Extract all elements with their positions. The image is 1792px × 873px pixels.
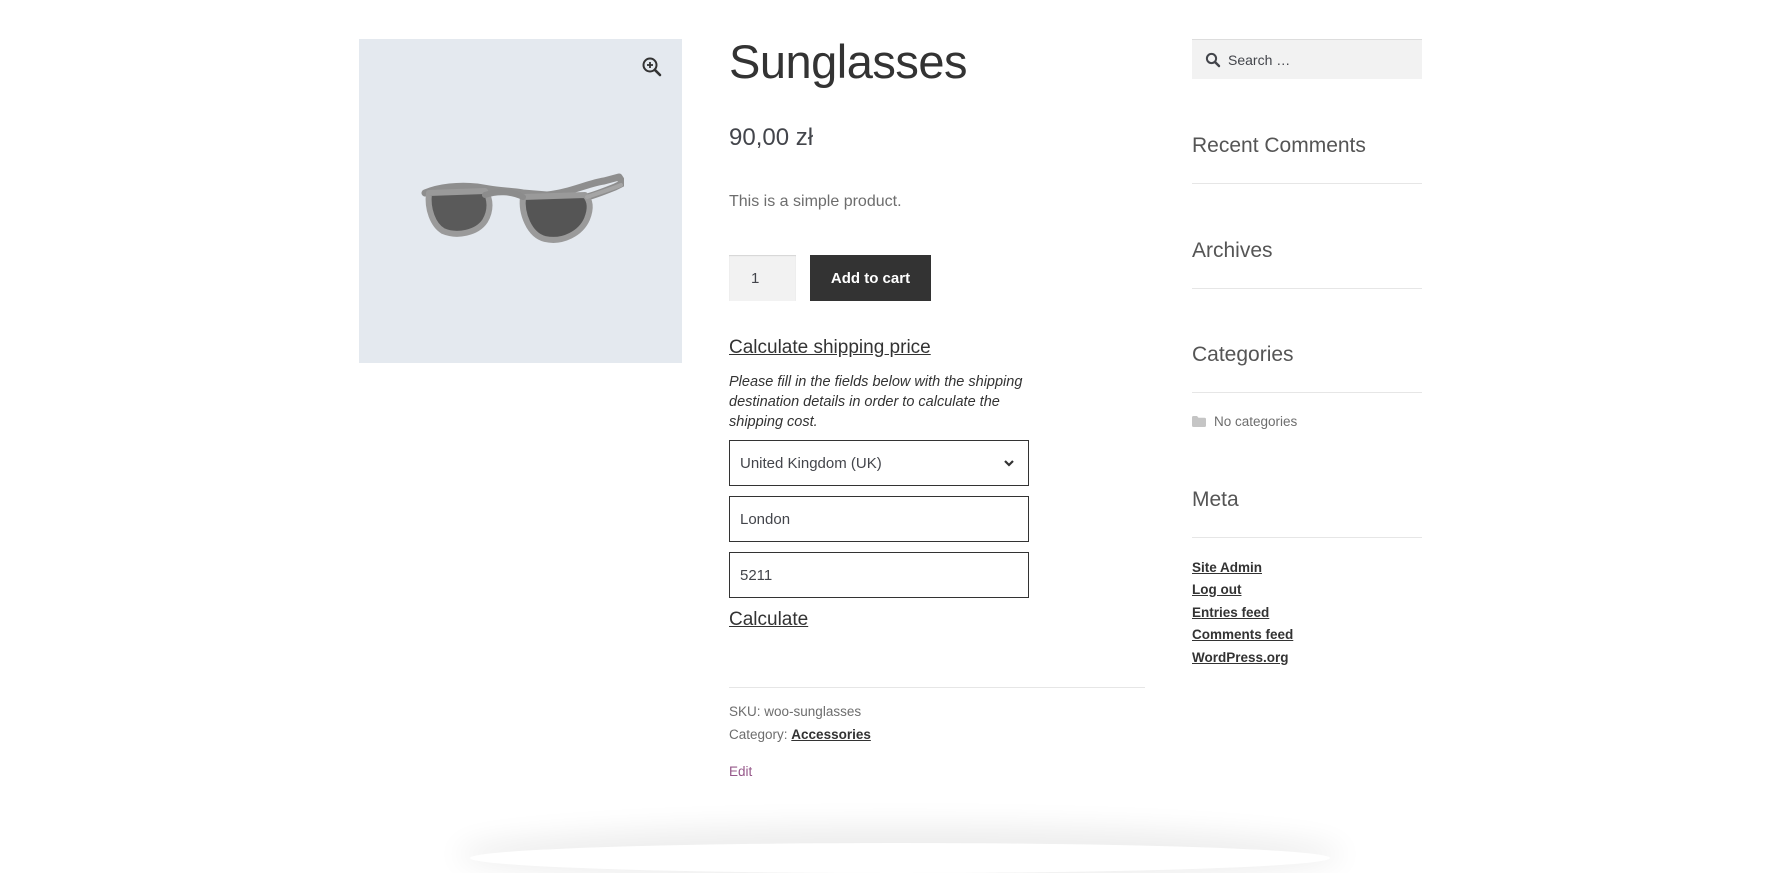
product-image-gallery[interactable] xyxy=(359,39,682,363)
postcode-field[interactable]: 5211 xyxy=(729,552,1029,598)
category-link-accessories[interactable]: Accessories xyxy=(791,727,871,742)
calculate-button[interactable]: Calculate xyxy=(729,609,808,631)
folder-icon xyxy=(1192,416,1206,427)
sunglasses-product-image xyxy=(421,173,624,243)
search-icon xyxy=(1205,52,1221,68)
product-price: 90,00 zł xyxy=(729,124,814,151)
add-to-cart-button[interactable]: Add to cart xyxy=(810,255,931,301)
meta-link-wordpress-org[interactable]: WordPress.org xyxy=(1192,650,1289,665)
footer-shadow xyxy=(470,843,1330,873)
widget-title-categories: Categories xyxy=(1192,343,1294,366)
widget-title-meta: Meta xyxy=(1192,488,1239,511)
widget-divider xyxy=(1192,392,1422,393)
postcode-field-value: 5211 xyxy=(740,566,773,584)
meta-link-entries-feed[interactable]: Entries feed xyxy=(1192,605,1269,620)
meta-link-site-admin[interactable]: Site Admin xyxy=(1192,560,1262,575)
chevron-down-icon xyxy=(1004,460,1014,467)
product-title: Sunglasses xyxy=(729,35,968,88)
product-meta-divider xyxy=(729,687,1145,688)
widget-divider xyxy=(1192,537,1422,538)
product-sku: SKU: woo-sunglasses xyxy=(729,704,861,719)
calculate-shipping-price-link[interactable]: Calculate shipping price xyxy=(729,337,931,359)
country-select[interactable]: United Kingdom (UK) xyxy=(729,440,1029,486)
sku-label: SKU: xyxy=(729,704,761,719)
edit-product-link[interactable]: Edit xyxy=(729,764,752,779)
zoom-in-icon[interactable] xyxy=(641,56,663,78)
no-categories-text: No categories xyxy=(1214,414,1298,429)
shipping-instructions: Please fill in the fields below with the… xyxy=(729,374,1023,430)
sku-value: woo-sunglasses xyxy=(764,704,862,719)
city-field-value: London xyxy=(740,510,791,528)
city-field[interactable]: London xyxy=(729,496,1029,542)
product-category: Category: Accessories xyxy=(729,727,871,742)
category-label: Category: xyxy=(729,727,788,742)
widget-divider xyxy=(1192,288,1422,289)
product-short-description: This is a simple product. xyxy=(729,193,902,210)
search-input[interactable] xyxy=(1226,40,1420,80)
meta-link-log-out[interactable]: Log out xyxy=(1192,582,1241,597)
widget-title-archives: Archives xyxy=(1192,239,1273,262)
search-form xyxy=(1192,39,1422,80)
country-select-value: United Kingdom (UK) xyxy=(740,454,882,472)
quantity-input[interactable] xyxy=(729,255,796,301)
widget-divider xyxy=(1192,183,1422,184)
widget-title-recent-comments: Recent Comments xyxy=(1192,134,1366,157)
meta-link-comments-feed[interactable]: Comments feed xyxy=(1192,627,1293,642)
